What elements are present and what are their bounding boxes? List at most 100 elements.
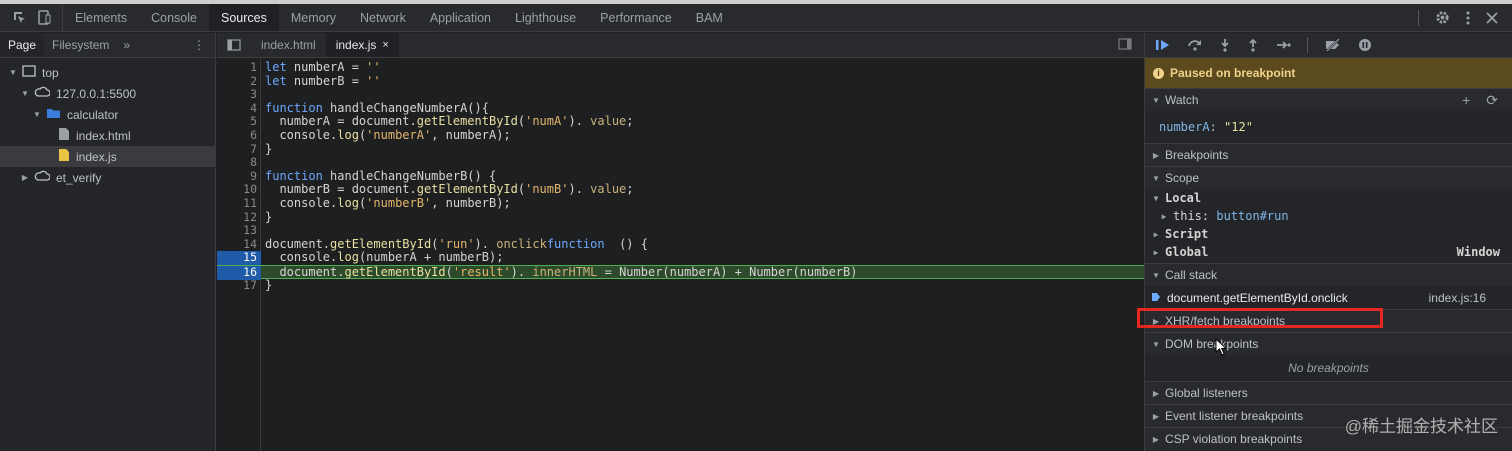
watch-expression[interactable]: numberA: "12" xyxy=(1145,111,1512,143)
collapse-arrow-icon[interactable]: ▶ xyxy=(1151,412,1161,421)
collapse-arrow-icon[interactable]: ▶ xyxy=(1151,230,1161,239)
code-line[interactable]: 3 xyxy=(217,88,1144,102)
expand-arrow-icon[interactable]: ▼ xyxy=(1151,96,1161,105)
tree-item-index-html[interactable]: index.html xyxy=(0,125,215,146)
tab-sources[interactable]: Sources xyxy=(208,4,279,31)
code-line[interactable]: 13 xyxy=(217,224,1144,238)
collapse-arrow-icon[interactable]: ▶ xyxy=(1151,248,1161,257)
line-number[interactable]: 4 xyxy=(217,101,257,116)
global-listeners-section-header[interactable]: ▶ Global listeners xyxy=(1145,381,1512,404)
line-number[interactable]: 11 xyxy=(217,196,257,211)
code-line[interactable]: 11 console.log('numberB', numberB); xyxy=(217,196,1144,211)
deactivate-breakpoints-icon[interactable] xyxy=(1324,38,1342,52)
tab-filesystem[interactable]: Filesystem xyxy=(44,33,117,57)
tab-network[interactable]: Network xyxy=(348,4,418,31)
resume-icon[interactable] xyxy=(1155,38,1171,52)
line-number[interactable]: 5 xyxy=(217,115,257,129)
line-number[interactable]: 3 xyxy=(217,88,257,102)
step-over-icon[interactable] xyxy=(1187,38,1203,52)
code-line[interactable]: 16 document.getElementById('result'). in… xyxy=(217,265,1144,280)
line-number[interactable]: 10 xyxy=(217,183,257,197)
line-number[interactable]: 7 xyxy=(217,142,257,157)
code-line[interactable]: 12} xyxy=(217,210,1144,225)
collapse-arrow-icon[interactable]: ▶ xyxy=(1151,151,1161,160)
tab-console[interactable]: Console xyxy=(139,4,209,31)
code-line[interactable]: 4 function handleChangeNumberA(){ xyxy=(217,101,1144,116)
tree-item-origin[interactable]: ▼ 127.0.0.1:5500 xyxy=(0,83,215,104)
step-out-icon[interactable] xyxy=(1247,38,1259,52)
toggle-navigator-icon[interactable] xyxy=(217,39,251,51)
navigator-menu-icon[interactable]: ⋮ xyxy=(193,38,215,52)
expand-arrow-icon[interactable]: ▼ xyxy=(1151,174,1161,183)
code-line[interactable]: 6 console.log('numberA', numberA); xyxy=(217,128,1144,143)
line-number[interactable]: 14 xyxy=(217,237,257,252)
expand-arrow-icon[interactable]: ▼ xyxy=(1151,271,1161,280)
dom-breakpoints-section-header[interactable]: ▼ DOM breakpoints xyxy=(1145,332,1512,355)
scope-section-header[interactable]: ▼ Scope xyxy=(1145,166,1512,189)
device-toggle-icon[interactable] xyxy=(37,10,52,25)
tree-item-top[interactable]: ▼ top xyxy=(0,62,215,83)
tree-item-index-js[interactable]: index.js xyxy=(0,146,215,167)
scope-this-row[interactable]: ▶ this: button#run xyxy=(1145,207,1512,225)
inspect-icon[interactable] xyxy=(12,10,27,25)
code-line[interactable]: 1 let numberA = '' xyxy=(217,60,1144,75)
tree-item-et-verify[interactable]: ▶ et_verify xyxy=(0,167,215,188)
code-line[interactable]: 2 let numberB = '' xyxy=(217,74,1144,89)
code-line[interactable]: 7} xyxy=(217,142,1144,157)
call-stack-frame[interactable]: document.getElementById.onclick index.js… xyxy=(1145,286,1512,309)
code-line[interactable]: 17} xyxy=(217,278,1144,293)
line-number[interactable]: 9 xyxy=(217,169,257,184)
more-tabs-icon[interactable]: » xyxy=(117,38,136,52)
tab-performance[interactable]: Performance xyxy=(588,4,684,31)
expand-arrow-icon[interactable]: ▼ xyxy=(32,110,42,119)
collapse-arrow-icon[interactable]: ▶ xyxy=(1151,389,1161,398)
step-into-icon[interactable] xyxy=(1219,38,1231,52)
call-stack-section-header[interactable]: ▼ Call stack xyxy=(1145,263,1512,286)
expand-arrow-icon[interactable]: ▼ xyxy=(1151,340,1161,349)
settings-icon[interactable] xyxy=(1435,10,1450,25)
close-icon[interactable] xyxy=(1486,11,1498,24)
code-line[interactable]: 8 xyxy=(217,156,1144,170)
tab-elements[interactable]: Elements xyxy=(63,4,139,31)
tab-lighthouse[interactable]: Lighthouse xyxy=(503,4,588,31)
scope-local[interactable]: ▼ Local xyxy=(1145,189,1512,207)
collapse-arrow-icon[interactable]: ▶ xyxy=(1159,212,1169,221)
scope-script[interactable]: ▶ Script xyxy=(1145,225,1512,243)
line-number[interactable]: 2 xyxy=(217,74,257,89)
toggle-debugger-icon[interactable] xyxy=(1118,37,1144,53)
pause-on-exceptions-icon[interactable] xyxy=(1358,38,1372,52)
more-icon[interactable] xyxy=(1466,11,1470,25)
collapse-arrow-icon[interactable]: ▶ xyxy=(20,173,30,182)
line-number[interactable]: 12 xyxy=(217,210,257,225)
add-watch-icon[interactable]: + xyxy=(1462,92,1470,109)
tab-application[interactable]: Application xyxy=(418,4,503,31)
tab-page[interactable]: Page xyxy=(0,33,45,57)
code-line[interactable]: 9 function handleChangeNumberB() { xyxy=(217,169,1144,184)
expand-arrow-icon[interactable]: ▼ xyxy=(1151,194,1161,203)
expand-arrow-icon[interactable]: ▼ xyxy=(20,89,30,98)
code-line[interactable]: 10 numberB = document.getElementById('nu… xyxy=(217,183,1144,197)
expand-arrow-icon[interactable]: ▼ xyxy=(8,68,18,77)
editor-tab-index-html[interactable]: index.html xyxy=(251,33,326,57)
frame-location[interactable]: index.js:16 xyxy=(1429,291,1512,305)
line-number[interactable]: 13 xyxy=(217,224,257,238)
editor-tab-index-js[interactable]: index.js × xyxy=(325,33,399,57)
line-number[interactable]: 1 xyxy=(217,60,257,75)
close-tab-icon[interactable]: × xyxy=(382,39,388,51)
code-line[interactable]: 5 numberA = document.getElementById('num… xyxy=(217,115,1144,129)
collapse-arrow-icon[interactable]: ▶ xyxy=(1151,435,1161,444)
line-number[interactable]: 8 xyxy=(217,156,257,170)
tab-memory[interactable]: Memory xyxy=(279,4,348,31)
code-line[interactable]: 15 console.log(numberA + numberB); xyxy=(217,251,1144,265)
line-number[interactable]: 17 xyxy=(217,278,257,293)
line-number[interactable]: 15 xyxy=(217,251,261,265)
tab-bam[interactable]: BAM xyxy=(684,4,735,31)
watch-section-header[interactable]: ▼ Watch + ⟳ xyxy=(1145,88,1512,111)
tree-item-calculator[interactable]: ▼ calculator xyxy=(0,104,215,125)
line-number[interactable]: 6 xyxy=(217,128,257,143)
code-line[interactable]: 14 document.getElementById('run'). onclic… xyxy=(217,237,1144,252)
scope-global[interactable]: ▶ Global Window xyxy=(1145,243,1512,261)
breakpoints-section-header[interactable]: ▶ Breakpoints xyxy=(1145,143,1512,166)
step-icon[interactable] xyxy=(1275,38,1291,52)
refresh-icon[interactable]: ⟳ xyxy=(1486,92,1498,109)
